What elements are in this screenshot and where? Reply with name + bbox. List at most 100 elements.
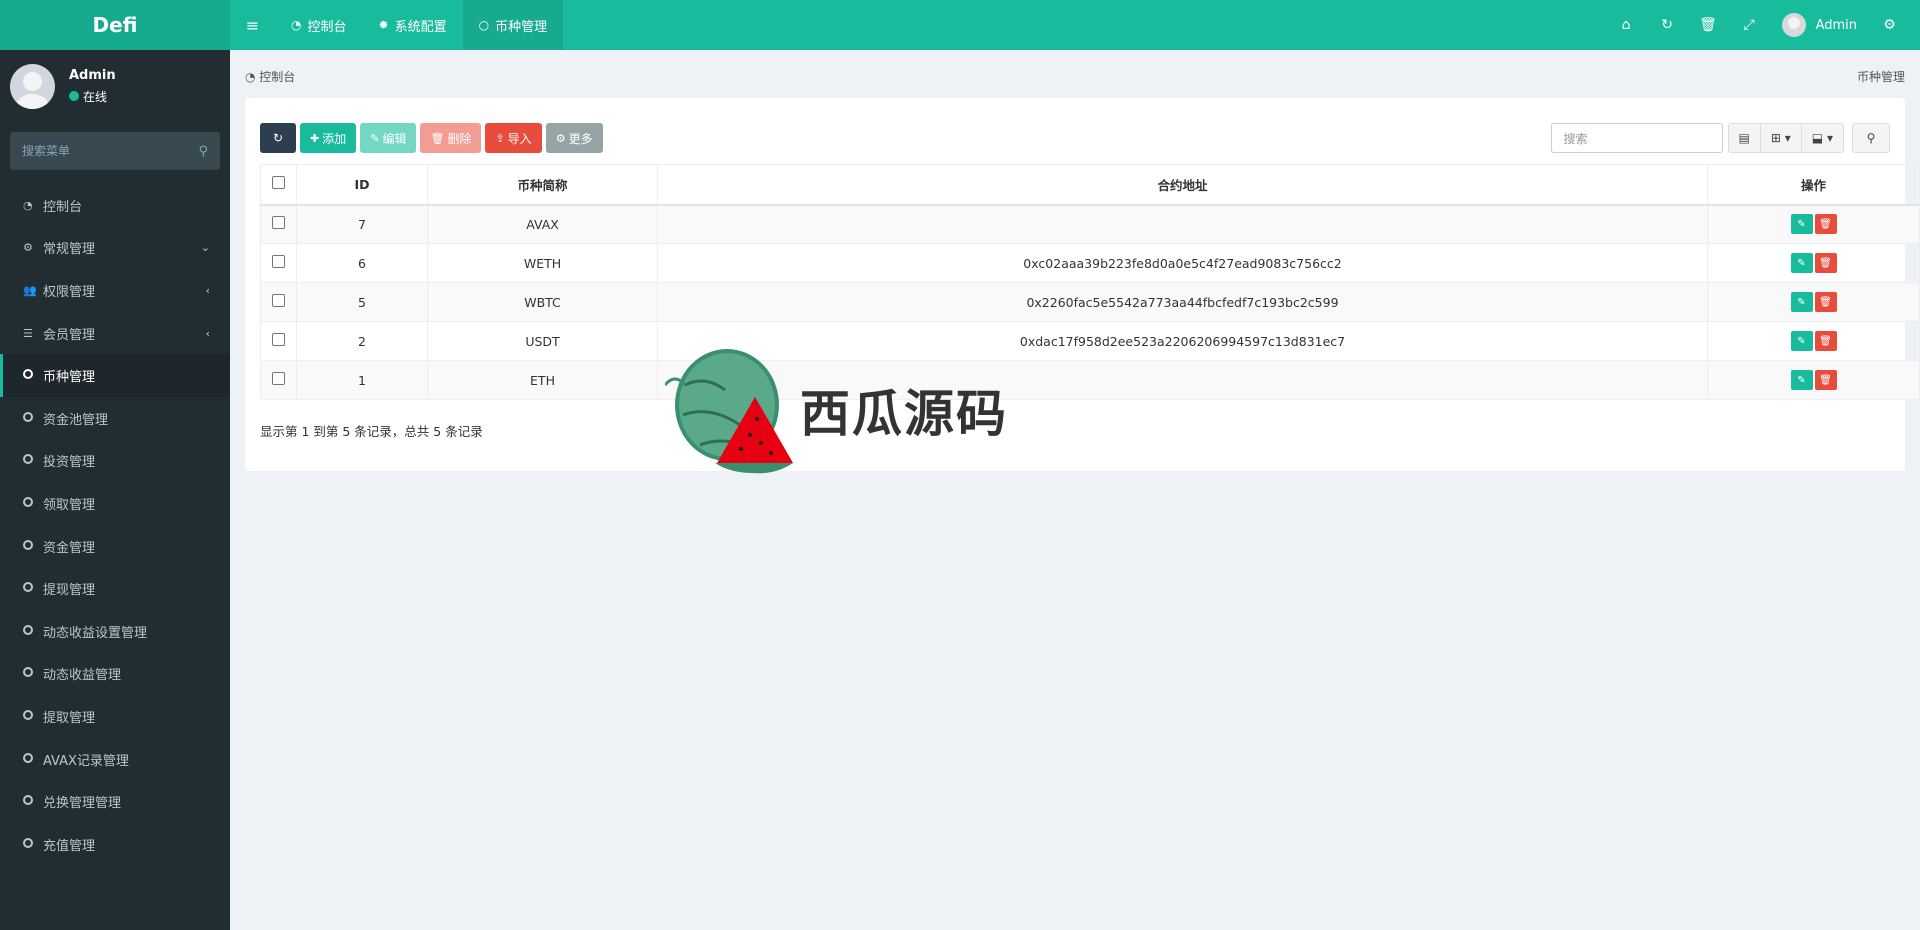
tab-dashboard[interactable]: ◔ 控制台 [275,0,363,50]
edit-button[interactable]: ✎ 编辑 [360,123,417,153]
delete-row-icon[interactable]: 🗑 [1814,331,1837,351]
cell-id: 1 [296,360,428,400]
plus-icon: ✚ [310,132,320,145]
sidebar-item[interactable]: 充值管理 [0,823,230,866]
table-search-input[interactable]: 搜索 [1550,123,1723,153]
sidebar-item-label: 提取管理 [43,710,96,726]
cell-id: 2 [296,321,428,361]
delete-row-icon[interactable]: 🗑 [1814,292,1837,312]
search-icon[interactable]: ⚲ [198,144,208,159]
sidebar-item-label: 动态收益管理 [43,668,122,684]
delete-button[interactable]: 🗑 删除 [420,123,482,153]
gear-icon: ⚙ [555,132,566,145]
fullscreen-icon[interactable]: ⤢ [1729,17,1770,33]
import-button[interactable]: ⇪ 导入 [485,123,542,153]
chevron-icon: ‹ [205,283,210,297]
edit-row-icon[interactable]: ✎ [1790,292,1813,312]
col-id[interactable]: ID [296,164,428,206]
select-all-checkbox[interactable] [272,176,285,190]
col-address[interactable]: 合约地址 [657,164,1708,206]
delete-row-icon[interactable]: 🗑 [1814,214,1837,235]
advanced-search-button[interactable]: ⚲ [1852,123,1890,153]
menu-toggle-icon[interactable]: ≡ [230,0,275,50]
row-checkbox[interactable] [272,294,285,307]
upload-icon: ⇪ [495,132,505,145]
cell-operate: ✎ 🗑 [1707,360,1920,400]
menu-search-input[interactable] [22,144,199,158]
username: Admin [1815,17,1857,33]
cell-operate: ✎ 🗑 [1707,282,1920,322]
sidebar-item[interactable]: ⚙ 常规管理 ⌄ [0,227,230,270]
sidebar-item[interactable]: AVAX记录管理 [0,738,230,781]
tab-currency-management[interactable]: ○ 币种管理 [462,0,564,50]
caret-down-icon: ▾ [1784,131,1791,145]
breadcrumb-home[interactable]: ◔ 控制台 [245,68,295,85]
cell-symbol: ETH [427,360,658,400]
refresh-icon[interactable]: ↻ [1647,17,1688,33]
app-logo[interactable]: Defi [0,0,230,50]
edit-row-icon[interactable]: ✎ [1790,253,1813,273]
toolbar: ↻ ✚ 添加 ✎ 编辑 🗑 删除 ⇪ 导入 ⚙ 更多 搜索 ▤ ⊞ ▾ ⬓ ▾ ⚲ [260,122,1890,154]
circle-icon [23,411,43,425]
row-checkbox[interactable] [272,216,285,230]
table-row[interactable]: 5 WBTC 0x2260fac5e5542a773aa44fbcfedf7c193… [260,282,1920,322]
home-icon[interactable]: ⌂ [1606,17,1647,33]
chevron-icon: ⌄ [200,241,210,255]
sidebar-item[interactable]: 兑换管理管理 [0,780,230,823]
add-button[interactable]: ✚ 添加 [300,123,357,153]
sidebar-item[interactable]: 领取管理 [0,482,230,525]
cell-address: 0xc02aaa39b223fe8d0a0e5c4f27ead9083c756c… [657,243,1708,283]
main-content: ◔ 控制台 币种管理 ↻ ✚ 添加 ✎ 编辑 🗑 删除 ⇪ 导入 ⚙ 更多 搜索 ▤ ⊞ … [230,50,1920,930]
currency-table: ID 币种简称 合约地址 操作 7 AVAX ✎ 🗑 6 WETH 0xc02aaa39b2… [260,164,1920,400]
row-checkbox[interactable] [272,255,285,268]
sidebar-item[interactable]: 资金管理 [0,525,230,568]
user-menu[interactable]: Admin [1770,13,1869,37]
trash-icon: 🗑 [430,132,445,145]
sidebar-item[interactable]: 👥 权限管理 ‹ [0,269,230,312]
list-icon: ☰ [23,326,33,340]
table-row[interactable]: 6 WETH 0xc02aaa39b223fe8d0a0e5c4f27ead9083… [260,243,1920,283]
delete-row-icon[interactable]: 🗑 [1814,370,1837,390]
dashboard-icon: ◔ [291,18,302,32]
edit-row-icon[interactable]: ✎ [1790,370,1813,390]
table-row[interactable]: 1 ETH ✎ 🗑 [260,360,1920,400]
sidebar-item-label: 权限管理 [43,284,96,300]
gear-icon: ✹ [378,18,389,32]
sidebar-item[interactable]: 提现管理 [0,567,230,610]
columns-button[interactable]: ⊞ ▾ [1759,123,1802,153]
caret-down-icon: ▾ [1826,131,1833,145]
sidebar-item[interactable]: 币种管理 [0,354,230,397]
toggle-view-button[interactable]: ▤ [1727,123,1761,153]
trash-icon[interactable]: 🗑 [1688,17,1729,33]
sidebar-item[interactable]: 投资管理 [0,440,230,483]
sidebar-item-label: 常规管理 [43,242,96,258]
refresh-button[interactable]: ↻ [260,123,296,153]
tab-system-config[interactable]: ✹ 系统配置 [363,0,463,50]
table-row[interactable]: 7 AVAX ✎ 🗑 [260,204,1920,244]
refresh-icon: ↻ [272,131,284,145]
edit-row-icon[interactable]: ✎ [1790,214,1813,235]
export-button[interactable]: ⬓ ▾ [1800,123,1844,153]
sidebar-item-label: 兑换管理管理 [43,796,122,812]
sidebar-item-label: 控制台 [43,199,83,215]
circle-icon [23,539,43,553]
settings-icon[interactable]: ⚙ [1869,17,1910,33]
sidebar-item-label: 投资管理 [43,455,96,471]
circle-icon [23,709,43,723]
col-operate: 操作 [1707,164,1920,206]
more-button[interactable]: ⚙ 更多 [545,123,603,153]
col-symbol[interactable]: 币种简称 [427,164,658,206]
sidebar-item-label: 资金管理 [43,540,96,556]
delete-row-icon[interactable]: 🗑 [1814,253,1837,273]
edit-row-icon[interactable]: ✎ [1790,331,1813,351]
table-row[interactable]: 2 USDT 0xdac17f958d2ee523a2206206994597c13… [260,321,1920,361]
sidebar-item[interactable]: 资金池管理 [0,397,230,440]
sidebar-item[interactable]: 动态收益设置管理 [0,610,230,653]
row-checkbox[interactable] [272,333,285,346]
sidebar-item[interactable]: 提取管理 [0,695,230,738]
sidebar-item[interactable]: ☰ 会员管理 ‹ [0,312,230,355]
row-checkbox[interactable] [272,372,285,385]
circle-icon [23,752,43,766]
sidebar-item[interactable]: ◔ 控制台 [0,184,230,227]
sidebar-item[interactable]: 动态收益管理 [0,653,230,696]
